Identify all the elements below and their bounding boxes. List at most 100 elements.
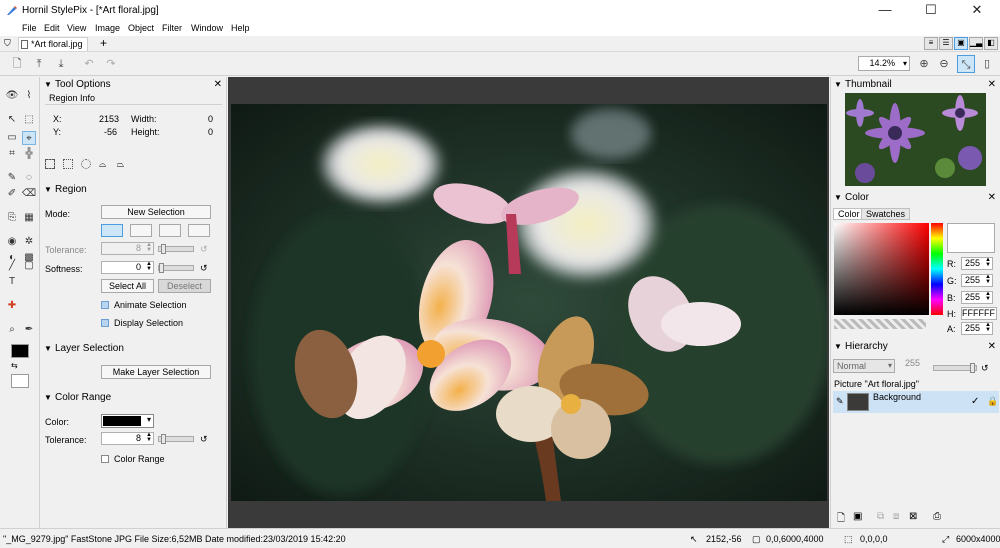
hex-input[interactable]: FFFFFF: [961, 307, 997, 320]
delete-layer-icon[interactable]: ⊠: [909, 511, 917, 522]
lock-icon[interactable]: 🔒: [987, 396, 998, 407]
alpha-slider[interactable]: [834, 319, 926, 329]
redo-icon[interactable]: ↷: [102, 55, 120, 73]
select-all-button[interactable]: Select All: [101, 279, 154, 293]
mode-subtract-button[interactable]: [159, 224, 181, 237]
color-range-tolerance-input[interactable]: 8 ▲ ▼: [101, 432, 154, 445]
region-header[interactable]: ▼ Region: [41, 183, 226, 197]
crop-select-icon[interactable]: ⬚: [22, 113, 36, 127]
menu-edit[interactable]: Edit: [44, 23, 60, 33]
ellipse-shape-icon[interactable]: [81, 159, 91, 169]
saturation-value-picker[interactable]: [834, 223, 929, 315]
tolerance-input[interactable]: 8 ▲ ▼: [101, 242, 154, 255]
animate-selection-checkbox[interactable]: [101, 301, 109, 309]
menu-file[interactable]: File: [22, 23, 37, 33]
mode-intersect-button[interactable]: [188, 224, 210, 237]
lasso-icon[interactable]: ◌: [22, 171, 36, 185]
histogram-icon[interactable]: ▁▃: [969, 37, 983, 50]
camera-icon[interactable]: ▣: [853, 511, 862, 522]
pointer-icon[interactable]: ↖: [5, 113, 19, 127]
color-header[interactable]: ▼ Color ✕: [831, 191, 1000, 205]
pencil-icon[interactable]: ✐: [5, 187, 19, 201]
close-icon[interactable]: ✕: [988, 78, 996, 92]
square-shape-icon[interactable]: [63, 159, 73, 169]
hierarchy-header[interactable]: ▼ Hierarchy ✕: [831, 340, 1000, 354]
transform-icon[interactable]: ╬: [22, 147, 36, 161]
color-range-tolerance-slider[interactable]: [158, 434, 194, 444]
line-icon[interactable]: ╱: [5, 259, 19, 273]
text-icon[interactable]: T: [5, 275, 19, 289]
polygon-shape-icon[interactable]: ⏢: [117, 159, 124, 170]
eyedropper-icon[interactable]: ✒: [22, 323, 36, 337]
tab-art-floral[interactable]: *Art floral.jpg: [18, 37, 88, 51]
zoom-tool-icon[interactable]: ⌕: [5, 323, 19, 337]
eye-icon[interactable]: 👁: [5, 89, 19, 103]
magic-wand-icon[interactable]: ⌖: [22, 131, 36, 145]
rect-shape-icon[interactable]: [45, 159, 55, 169]
opacity-slider[interactable]: [933, 363, 977, 373]
brush-icon[interactable]: ✎: [5, 171, 19, 185]
background-color-swatch[interactable]: [11, 374, 29, 388]
a-input[interactable]: 255 ▲ ▼: [961, 322, 993, 335]
color-range-header[interactable]: ▼ Color Range: [41, 391, 226, 405]
new-selection-button[interactable]: New Selection: [101, 205, 211, 219]
actual-size-icon[interactable]: ▯: [978, 55, 996, 73]
reset-icon[interactable]: ↺: [981, 363, 989, 374]
duplicate-icon[interactable]: ⧉: [877, 511, 884, 522]
softness-slider[interactable]: [158, 263, 194, 273]
new-layer-icon[interactable]: 🗋: [837, 511, 845, 528]
b-input[interactable]: 255 ▲ ▼: [961, 291, 993, 304]
r-input[interactable]: 255 ▲ ▼: [961, 257, 993, 270]
mode-replace-button[interactable]: [101, 224, 123, 237]
menu-image[interactable]: Image: [95, 23, 120, 33]
tolerance-slider[interactable]: [158, 244, 194, 254]
download-icon[interactable]: ⤓: [52, 55, 70, 73]
reset-icon[interactable]: ↺: [200, 263, 208, 274]
menu-window[interactable]: Window: [191, 23, 223, 33]
layer-selection-header[interactable]: ▼ Layer Selection: [41, 342, 226, 356]
close-icon[interactable]: ✕: [988, 191, 996, 205]
color-range-checkbox[interactable]: [101, 455, 109, 463]
close-icon[interactable]: ✕: [988, 340, 996, 354]
new-tab-button[interactable]: +: [100, 36, 107, 50]
undo-icon[interactable]: ↶: [80, 55, 98, 73]
display-selection-checkbox[interactable]: [101, 319, 109, 327]
clone-icon[interactable]: ⎘: [5, 211, 19, 225]
menu-object[interactable]: Object: [128, 23, 154, 33]
zoom-out-icon[interactable]: ⊖: [935, 55, 953, 73]
canvas-area[interactable]: [228, 77, 829, 528]
tab-swatches[interactable]: Swatches: [861, 208, 911, 220]
make-layer-selection-button[interactable]: Make Layer Selection: [101, 365, 211, 379]
sparkle-icon[interactable]: ✲: [22, 235, 36, 249]
image-canvas[interactable]: [231, 104, 827, 501]
properties-icon[interactable]: ⎙: [933, 511, 941, 522]
tab-color[interactable]: Color: [833, 208, 865, 220]
g-input[interactable]: 255 ▲ ▼: [961, 274, 993, 287]
deselect-button[interactable]: Deselect: [158, 279, 211, 293]
color-picker-dropdown[interactable]: ▾: [101, 414, 154, 428]
close-button[interactable]: ✕: [954, 0, 1000, 22]
shape-icon[interactable]: ▢: [22, 259, 36, 273]
upload-icon[interactable]: ⤒: [30, 55, 48, 73]
eraser-icon[interactable]: ⌫: [22, 187, 36, 201]
fit-window-icon[interactable]: ⤡: [957, 55, 975, 73]
blend-mode-dropdown[interactable]: Normal ▾: [833, 359, 895, 373]
bandage-icon[interactable]: ✚: [5, 299, 19, 313]
list-icon[interactable]: ☰: [939, 37, 953, 50]
check-icon[interactable]: ✓: [971, 396, 979, 407]
reset-icon[interactable]: ↺: [200, 244, 208, 255]
merge-icon[interactable]: ⧈: [893, 511, 899, 522]
thumbnail-preview[interactable]: [845, 93, 986, 186]
clip-icon[interactable]: ⌇: [22, 89, 36, 103]
hue-slider[interactable]: [931, 223, 943, 315]
tab-menu-icon[interactable]: ⛉: [4, 38, 11, 49]
mode-add-button[interactable]: [130, 224, 152, 237]
new-file-icon[interactable]: 🗋: [8, 55, 26, 73]
softness-input[interactable]: 0 ▲ ▼: [101, 261, 154, 274]
layers-icon[interactable]: ▣: [954, 37, 968, 50]
zoom-in-icon[interactable]: ⊕: [915, 55, 933, 73]
panel-icon[interactable]: ◧: [984, 37, 998, 50]
freehand-shape-icon[interactable]: ⌓: [99, 159, 106, 170]
menu-view[interactable]: View: [67, 23, 86, 33]
pattern-icon[interactable]: ▦: [22, 211, 36, 225]
